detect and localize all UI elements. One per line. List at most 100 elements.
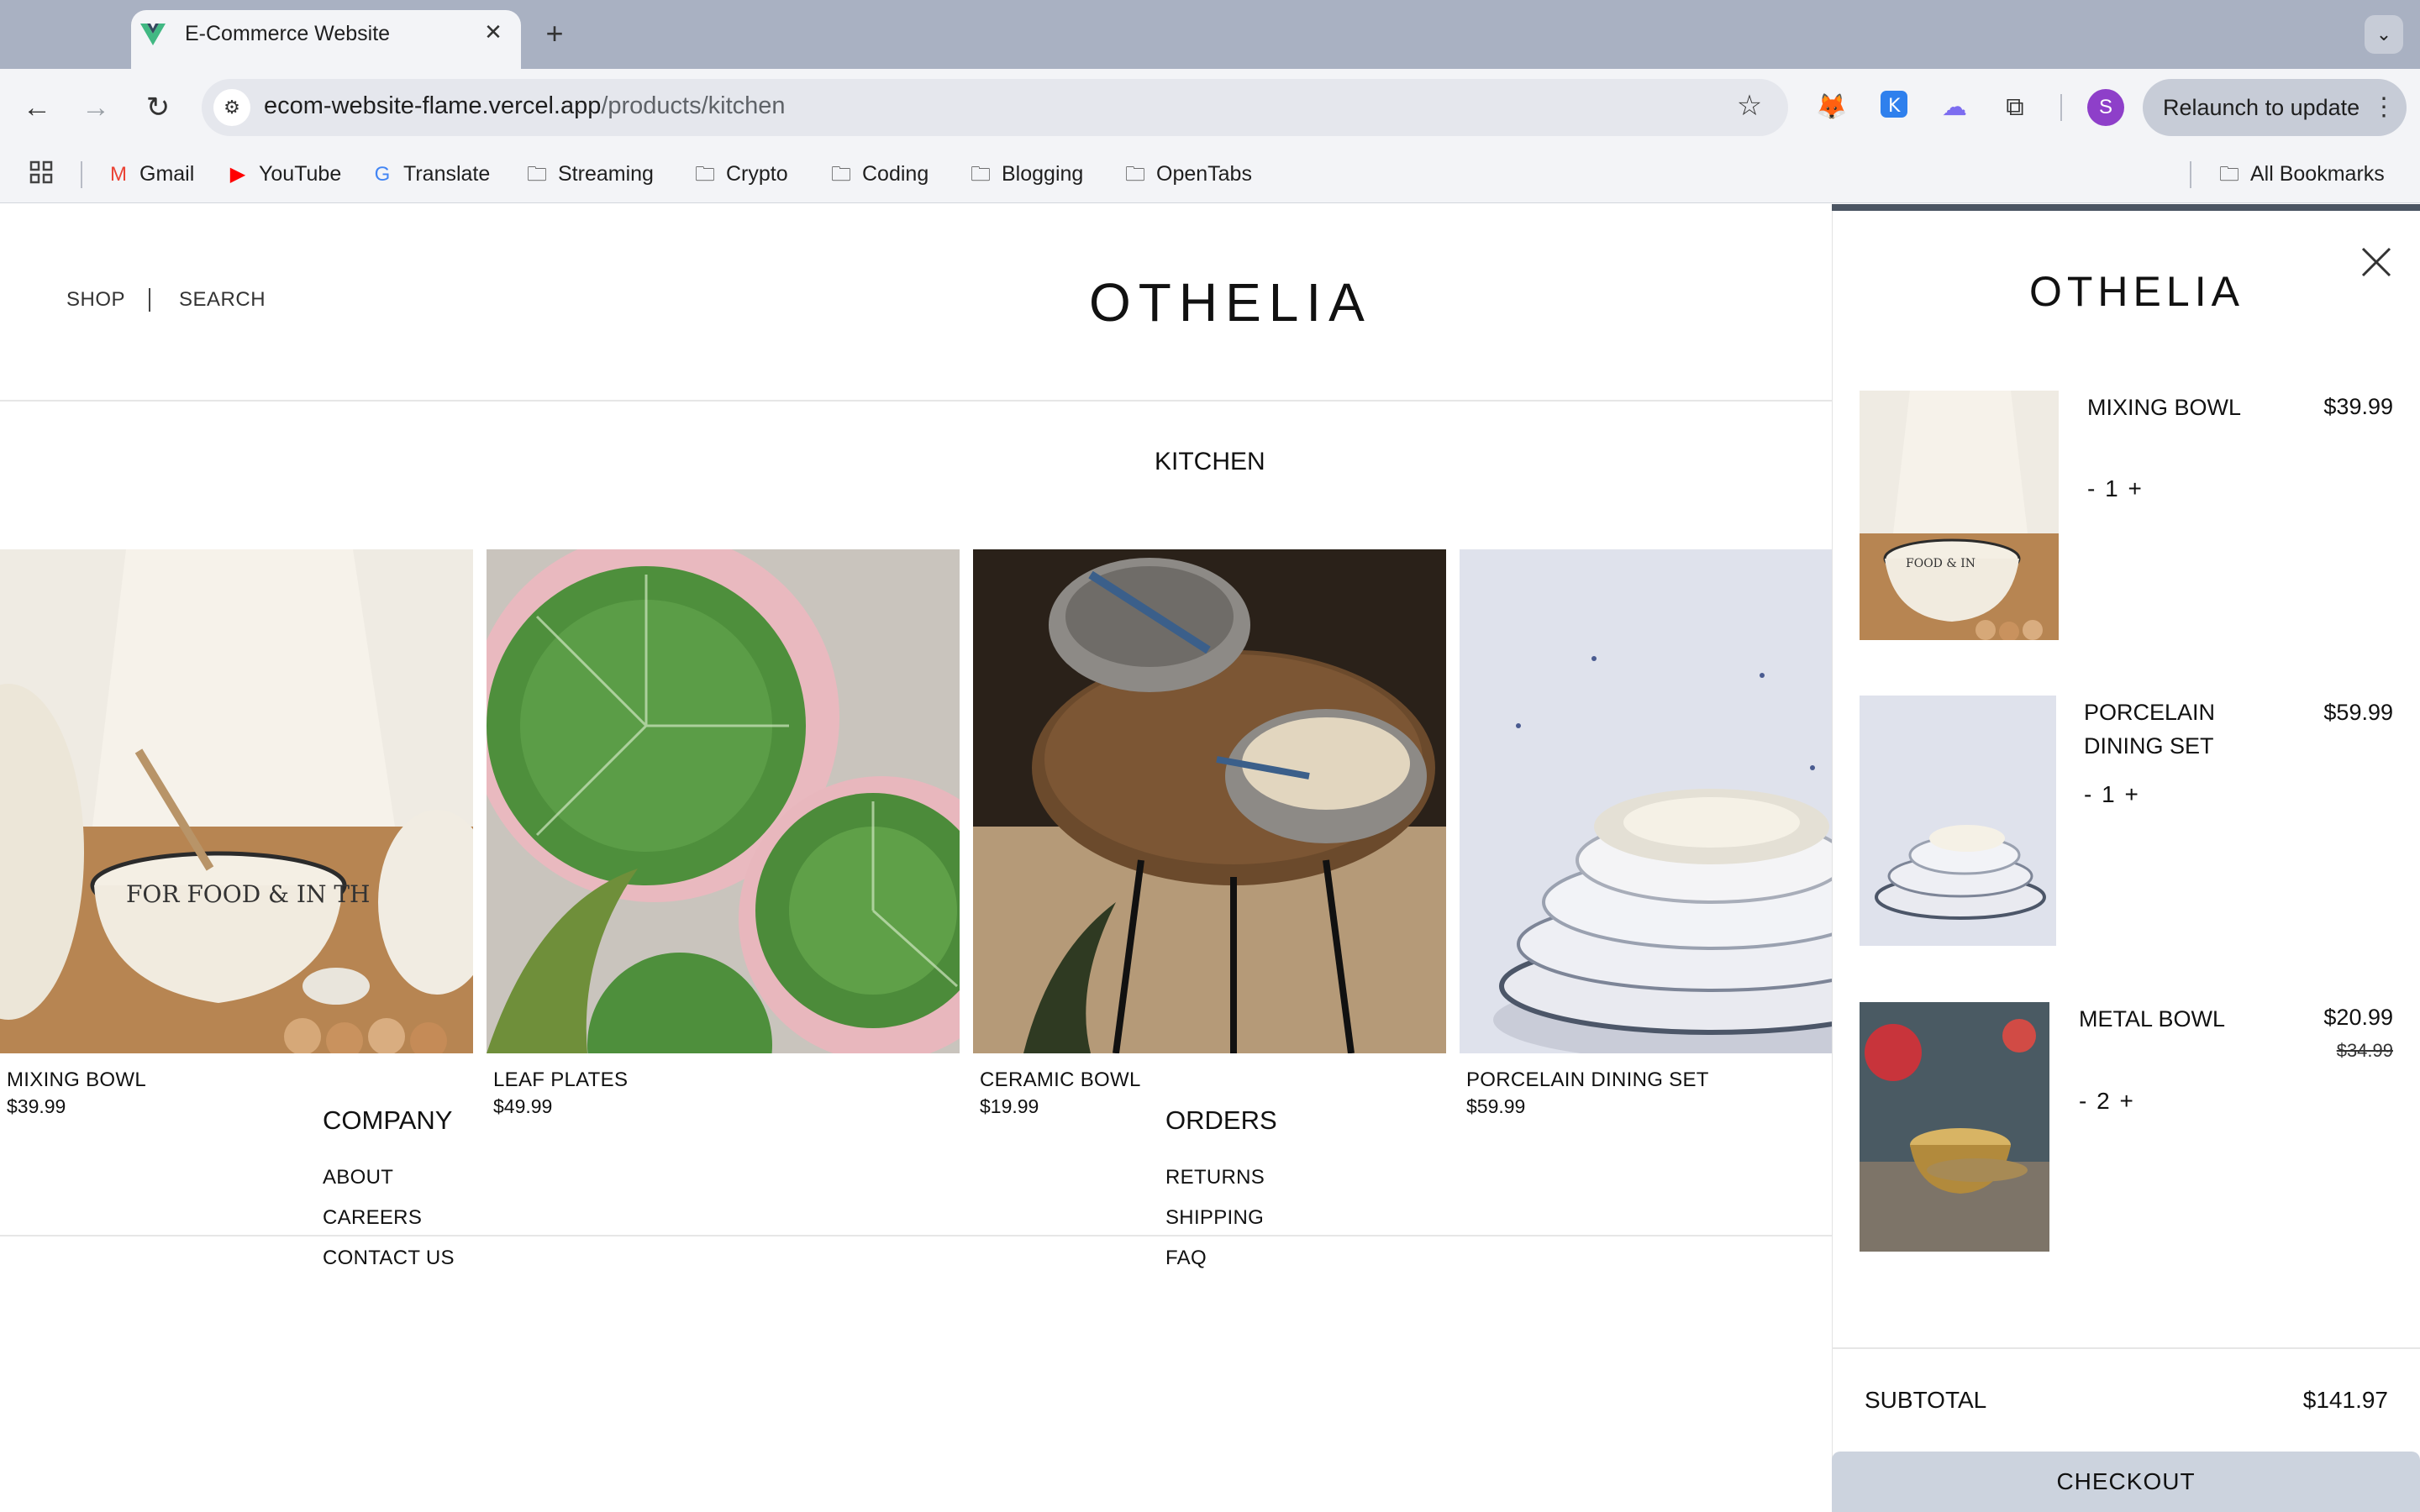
site-logo[interactable]: OTHELIA [1089,271,1372,333]
nav-shop-link[interactable]: SHOP [66,288,125,312]
close-icon[interactable] [2358,244,2395,281]
checkout-button[interactable]: CHECKOUT [1832,1452,2420,1512]
folder-icon: 🗀 [1125,163,1145,186]
footer-link-faq[interactable]: FAQ [1165,1247,1207,1270]
bookmark-label: Blogging [1002,162,1084,186]
folder-icon: 🗀 [2219,163,2239,186]
cart-item-price: $20.99 [2323,1005,2393,1030]
cart-item-image-metal-bowl[interactable] [1860,1002,2049,1252]
k-extension-icon[interactable]: K [1876,89,1912,126]
cart-item-quantity-stepper[interactable]: - 2 + [2079,1088,2135,1115]
tab-search-chevron-icon[interactable]: ⌄ [2365,15,2403,54]
svg-text:K: K [1888,96,1901,117]
cart-item-price: $59.99 [2323,700,2393,725]
category-title: KITCHEN [1155,448,1265,475]
footer-company-heading: COMPANY [323,1105,453,1135]
folder-icon: 🗀 [527,163,547,186]
svg-text:FOR FOOD & IN TH: FOR FOOD & IN TH [126,880,370,908]
extensions-puzzle-icon[interactable]: ⧉ [1996,89,2033,126]
cart-item-price: $39.99 [2323,394,2393,419]
product-name[interactable]: PORCELAIN DINING SET [1466,1068,1709,1092]
bookmark-label: Gmail [139,162,195,186]
relaunch-label: Relaunch to update [2163,95,2360,120]
bookmark-gmail[interactable]: M Gmail [106,160,194,188]
footer-link-shipping[interactable]: SHIPPING [1165,1206,1264,1230]
forward-arrow-icon[interactable]: → [76,87,116,128]
tab-close-icon[interactable]: ✕ [479,18,508,46]
bookmark-label: Streaming [558,162,654,186]
product-name[interactable]: CERAMIC BOWL [980,1068,1141,1092]
header-divider [0,400,1832,402]
cart-item-image-porcelain-dining-set[interactable] [1860,696,2056,946]
subtotal-value: $141.97 [2302,1387,2388,1413]
nav-search-link[interactable]: SEARCH [179,288,266,312]
cart-item-quantity-stepper[interactable]: - 1 + [2084,781,2140,808]
folder-icon: 🗀 [831,163,851,186]
cart-divider [1832,1347,2420,1349]
profile-avatar[interactable]: S [2087,89,2124,126]
cart-item-name: MIXING BOWL [2087,395,2242,420]
cart-item-name: METAL BOWL [2079,1006,2226,1032]
bookmark-label: Coding [862,162,929,186]
bookmark-blogging[interactable]: 🗀 Blogging [968,160,1083,188]
all-bookmarks-label: All Bookmarks [2250,162,2385,186]
product-price: $19.99 [980,1095,1039,1117]
footer-link-about[interactable]: ABOUT [323,1166,393,1189]
url-text[interactable]: ecom-website-flame.vercel.app/products/k… [264,92,786,120]
url-path: /products/kitchen [601,92,786,119]
footer-orders-heading: ORDERS [1165,1105,1277,1135]
bookmark-streaming[interactable]: 🗀 Streaming [524,160,654,188]
product-image-mixing-bowl[interactable]: FOR FOOD & IN TH [0,549,473,1053]
footer-link-contact-us[interactable]: CONTACT US [323,1247,455,1270]
bookmark-opentabs[interactable]: 🗀 OpenTabs [1123,160,1252,188]
translate-icon: G [374,163,391,186]
bookmark-label: OpenTabs [1156,162,1252,186]
bookmark-crypto[interactable]: 🗀 Crypto [692,160,788,188]
product-name[interactable]: MIXING BOWL [7,1068,146,1092]
cart-item-quantity-stepper[interactable]: - 1 + [2087,475,2144,502]
product-image-porcelain-dining-set[interactable] [1460,549,1832,1053]
reload-icon[interactable]: ↻ [138,87,178,128]
product-image-leaf-plates[interactable] [487,549,960,1053]
toolbar-divider [2060,94,2062,121]
bookmark-label: YouTube [259,162,342,186]
footer-link-returns[interactable]: RETURNS [1165,1166,1265,1189]
cart-logo: OTHELIA [2029,268,2244,315]
footer-divider [0,1235,1832,1236]
cart-item-name: PORCELAIN DINING SET [2084,700,2216,759]
cart-drawer-topbar [1832,204,2420,211]
kebab-menu-icon[interactable]: ⋮ [2371,87,2396,128]
product-image-ceramic-bowl[interactable] [973,549,1446,1053]
product-name[interactable]: LEAF PLATES [493,1068,628,1092]
bookmark-translate[interactable]: G Translate [370,160,491,188]
store-page: SHOP SEARCH OTHELIA KITCHEN FOR FOOD & I… [0,204,1832,1512]
folder-icon: 🗀 [695,163,715,186]
apps-grid-icon[interactable] [29,160,54,188]
cloud-extension-icon[interactable]: ☁ [1936,89,1973,126]
bookmark-star-icon[interactable]: ☆ [1731,87,1768,124]
tab-title: E-Commerce Website [185,22,391,45]
metamask-extension-icon[interactable]: 🦊 [1813,89,1850,126]
bookmark-label: Translate [403,162,491,186]
bookmark-coding[interactable]: 🗀 Coding [829,160,929,188]
nav-divider [149,288,150,312]
bookmarks-divider [81,161,82,188]
bookmark-label: Crypto [726,162,788,186]
product-price: $39.99 [7,1095,66,1117]
subtotal-label: SUBTOTAL [1865,1387,1987,1413]
site-info-icon[interactable]: ⚙ [213,89,250,126]
svg-text:FOOD & IN: FOOD & IN [1906,557,1975,570]
bookmark-youtube[interactable]: ▶ YouTube [225,160,341,188]
footer-link-careers[interactable]: CAREERS [323,1206,422,1230]
back-arrow-icon[interactable]: ← [17,87,57,128]
product-price: $49.99 [493,1095,553,1117]
youtube-icon: ▶ [229,163,246,186]
product-price: $59.99 [1466,1095,1526,1117]
cart-item-image-mixing-bowl[interactable]: FOOD & IN [1860,391,2059,640]
cart-item-original-price: $34.99 [2336,1040,2393,1061]
all-bookmarks[interactable]: 🗀 All Bookmarks [2217,160,2385,188]
vue-favicon-icon [140,24,166,45]
url-host: ecom-website-flame.vercel.app [264,92,602,119]
bookmarks-divider [2190,161,2191,188]
new-tab-button[interactable]: + [538,17,571,50]
